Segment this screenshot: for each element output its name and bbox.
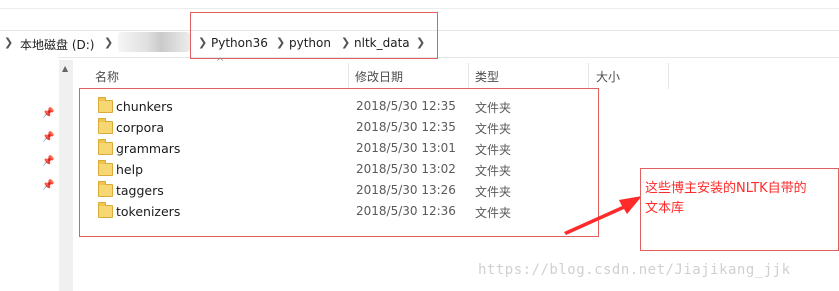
annotation-line-2: 文本库: [645, 201, 685, 216]
column-divider[interactable]: [468, 63, 469, 89]
column-divider[interactable]: [668, 63, 669, 89]
pin-icon[interactable]: 📌: [42, 108, 54, 119]
chevron-right-icon[interactable]: ❯: [104, 36, 113, 49]
scroll-up-icon[interactable]: ▲: [62, 64, 68, 73]
annotation-callout: 这些博主安装的NLTK自带的 文本库: [640, 168, 839, 251]
column-header-type[interactable]: 类型: [475, 68, 499, 85]
navigation-pane: 📌 📌 📌 📌: [0, 56, 58, 291]
folders-highlight-box: [79, 88, 599, 237]
column-divider[interactable]: [348, 63, 349, 89]
watermark-text: https://blog.csdn.net/Jiajikang_jjk: [478, 262, 791, 278]
annotation-arrow: [564, 196, 642, 235]
annotation-line-1: 这些博主安装的NLTK自带的: [645, 181, 807, 196]
breadcrumb-drive[interactable]: 本地磁盘 (D:): [20, 36, 94, 53]
sort-ascending-icon: ^: [216, 57, 225, 68]
blurred-path-segment: [118, 32, 190, 52]
column-header-name[interactable]: 名称: [95, 68, 119, 85]
pin-icon[interactable]: 📌: [42, 132, 54, 143]
path-highlight-box: [190, 12, 438, 59]
pin-icon[interactable]: 📌: [42, 180, 54, 191]
pin-icon[interactable]: 📌: [42, 156, 54, 167]
nav-scrollbar[interactable]: ▲: [59, 60, 73, 291]
column-header-size[interactable]: 大小: [596, 68, 620, 85]
top-divider: [0, 8, 839, 9]
column-divider[interactable]: [588, 63, 589, 89]
column-header-date[interactable]: 修改日期: [355, 68, 403, 85]
chevron-right-icon[interactable]: ❯: [4, 36, 13, 49]
